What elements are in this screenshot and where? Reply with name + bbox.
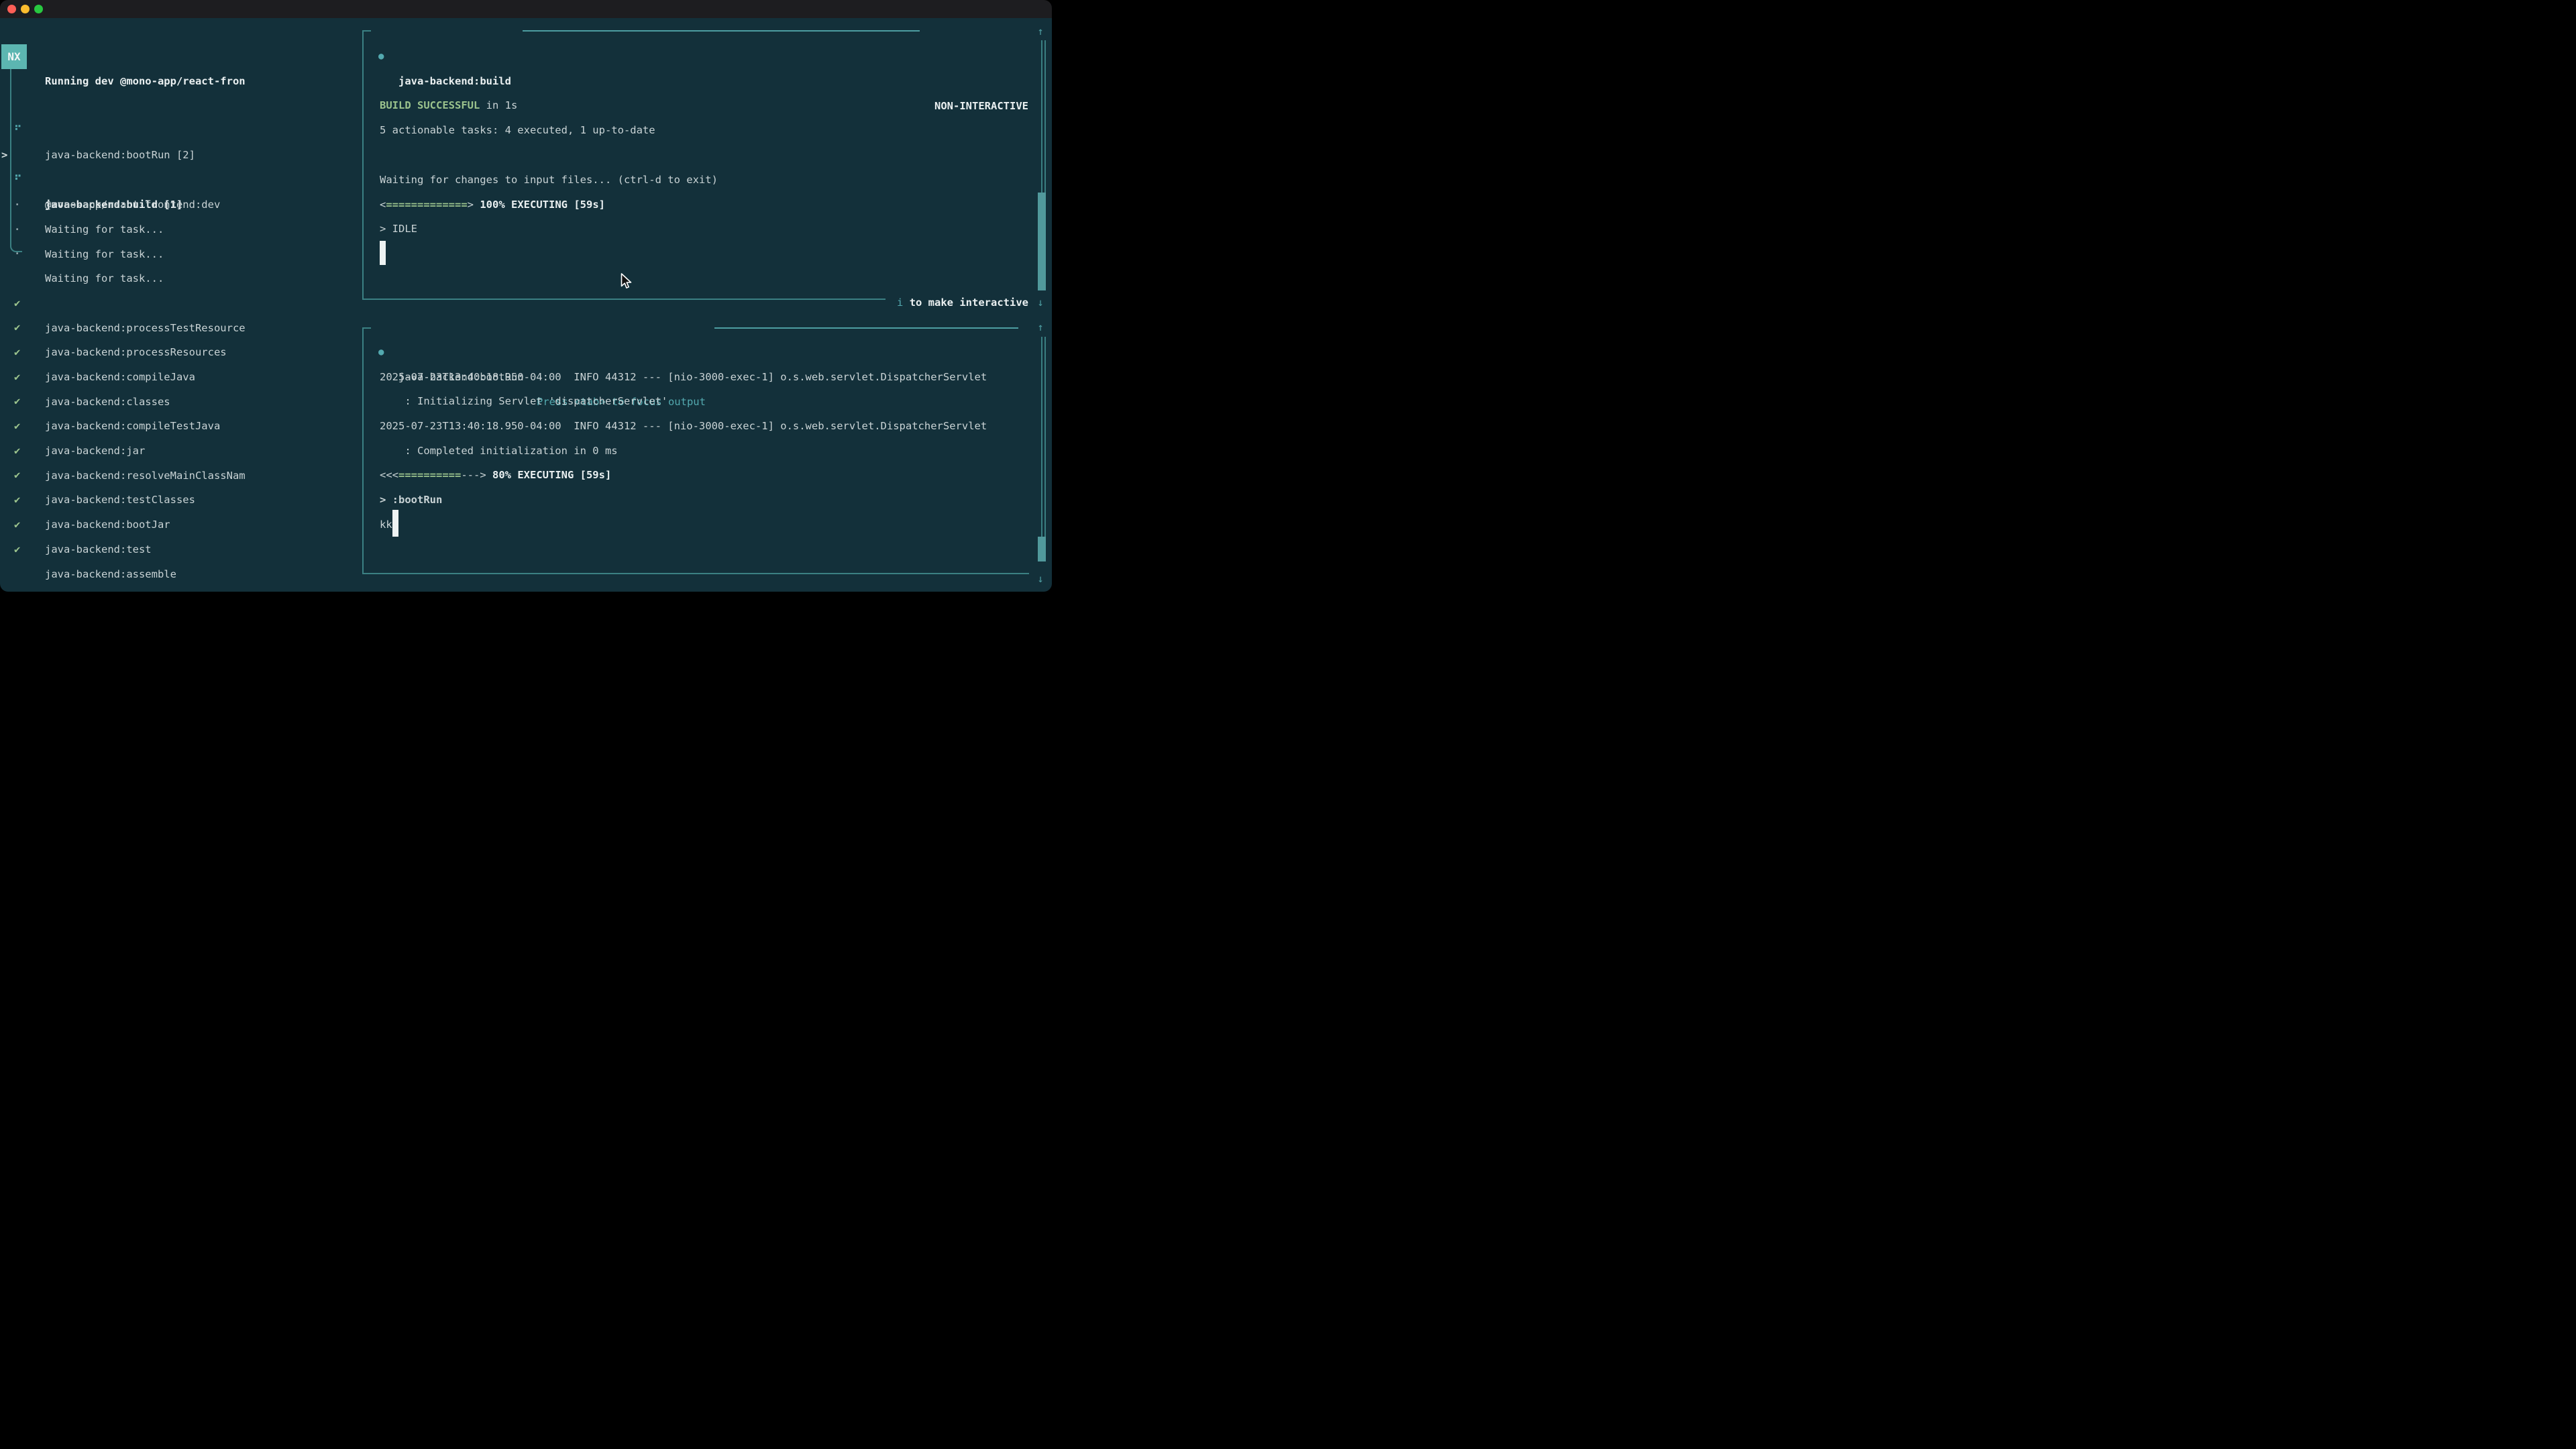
build-progress-bar: <=============> 100% EXECUTING [59s]	[380, 193, 605, 217]
bootrun-scrollbar-track[interactable]	[1041, 337, 1046, 537]
progress-label: 100% EXECUTING [59s]	[474, 199, 605, 211]
build-scrollbar-thumb[interactable]	[1038, 193, 1046, 290]
non-interactive-badge: NON-INTERACTIVE	[934, 94, 1028, 119]
task-row-waiting[interactable]: · Waiting for task...	[0, 217, 356, 241]
progress-lead: <<<	[380, 469, 398, 481]
progress-fill: ==========	[398, 469, 461, 481]
task-name: java-backend:test	[45, 537, 152, 562]
task-row-completed[interactable]: ✔ java-backend:test 734ms	[0, 488, 356, 513]
sidebar-title: Running dev @mono-app/react-fron	[45, 69, 246, 94]
minimize-button[interactable]	[21, 5, 30, 13]
progress-label: 80% EXECUTING [59s]	[486, 469, 612, 481]
terminal-window: NX Running dev @mono-app/react-fron Dura…	[0, 0, 1052, 592]
task-row-completed[interactable]: ✔ java-backend:classes 1.1s	[0, 340, 356, 365]
task-row-completed[interactable]: ✔ java-backend:assemble 774ms	[0, 513, 356, 537]
task-row-completed[interactable]: ✔ java-backend:jar 1.4s	[0, 389, 356, 414]
progress-fill: =============	[386, 199, 467, 211]
sidebar-header: Running dev @mono-app/react-fron Duratio…	[0, 44, 356, 69]
build-panel-title: java-backend:build	[398, 69, 511, 94]
bootrun-progress-bar: <<<==========---> 80% EXECUTING [59s]	[380, 463, 611, 488]
task-row-waiting[interactable]: · Waiting for task...	[0, 193, 356, 217]
build-idle-line: > IDLE	[380, 217, 417, 241]
task-row-frontend-dev[interactable]: ⠋ @mono-app/react-frontend:dev Continuou…	[0, 143, 356, 168]
task-name: Waiting for task...	[45, 242, 164, 267]
bootrun-scrollbar-thumb[interactable]	[1038, 537, 1046, 561]
sidebar-footer: ← 1/2 → quit: q help: ?	[0, 561, 356, 586]
task-row-completed[interactable]: ✔ java-backend:compileJava 4.3s	[0, 315, 356, 340]
interactive-key[interactable]: i	[897, 297, 903, 309]
nx-tui: NX Running dev @mono-app/react-fron Dura…	[0, 18, 1052, 592]
task-row-completed[interactable]: ✔ java-backend:compileTestJava 808ms	[0, 364, 356, 389]
build-successful-text: BUILD SUCCESSFUL	[380, 99, 480, 111]
progress-lead: <	[380, 199, 386, 211]
close-button[interactable]	[7, 5, 16, 13]
scroll-down-icon[interactable]: ↓	[1033, 567, 1048, 592]
build-tasks-summary: 5 actionable tasks: 4 executed, 1 up-to-…	[380, 118, 655, 143]
task-row-build-selected[interactable]: > ⠋ java-backend:build [1] Continuous	[0, 118, 356, 143]
build-time-text: in 1s	[480, 99, 517, 111]
log-line: 2025-07-23T13:40:18.950-04:00 INFO 44312…	[380, 414, 987, 439]
bootrun-prompt-line: > :bootRun	[380, 488, 442, 513]
task-row-bootrun[interactable]: ⠋ java-backend:bootRun [2] Continuous	[0, 93, 356, 118]
waiting-dot-icon: ·	[14, 241, 32, 266]
task-row-completed[interactable]: ✔ java-backend:processResources 1.0s	[0, 290, 356, 315]
bootrun-input-text[interactable]: kk	[380, 513, 392, 537]
build-scrollbar-track[interactable]	[1041, 40, 1046, 193]
mouse-cursor	[621, 273, 632, 292]
build-panel-header[interactable]: ● java-backend:build NON-INTERACTIVE	[362, 19, 1052, 44]
progress-tail: >	[480, 469, 486, 481]
progress-tail: >	[468, 199, 474, 211]
interactive-hint-text: to make interactive	[903, 297, 1028, 309]
bootrun-header-rule	[714, 327, 1018, 329]
build-waiting-line: Waiting for changes to input files... (c…	[380, 168, 718, 193]
terminal-cursor	[392, 510, 398, 537]
progress-dashes: ---	[461, 469, 480, 481]
task-row-completed[interactable]: ✔ java-backend:testClasses 1.3s	[0, 438, 356, 463]
log-line: : Completed initialization in 0 ms	[380, 439, 618, 464]
terminal-cursor	[380, 241, 386, 265]
pager: ← 1/2 →	[9, 586, 53, 592]
task-row-waiting[interactable]: · Waiting for task...	[0, 168, 356, 193]
running-bullet-icon: ●	[378, 44, 384, 69]
maximize-button[interactable]	[34, 5, 43, 13]
build-header-rule	[523, 30, 920, 32]
window-titlebar[interactable]	[0, 0, 1052, 18]
log-line: : Initializing Servlet 'dispatcherServle…	[380, 389, 667, 414]
task-row-completed[interactable]: ✔ java-backend:resolveMainClassNam 1.5s	[0, 414, 356, 439]
check-icon: ✔	[14, 537, 32, 562]
build-result-line: BUILD SUCCESSFUL in 1s	[380, 93, 517, 118]
running-bullet-icon: ●	[378, 340, 384, 365]
task-row-completed[interactable]: ✔ java-backend:bootJar 1.1s	[0, 463, 356, 488]
log-line: 2025-07-23T13:40:18.950-04:00 INFO 44312…	[380, 365, 987, 390]
scroll-down-icon[interactable]: ↓	[1033, 290, 1048, 315]
interactive-hint: i to make interactive	[897, 290, 1028, 315]
task-row-completed[interactable]: ✔ java-backend:processTestResource 889ms	[0, 266, 356, 291]
